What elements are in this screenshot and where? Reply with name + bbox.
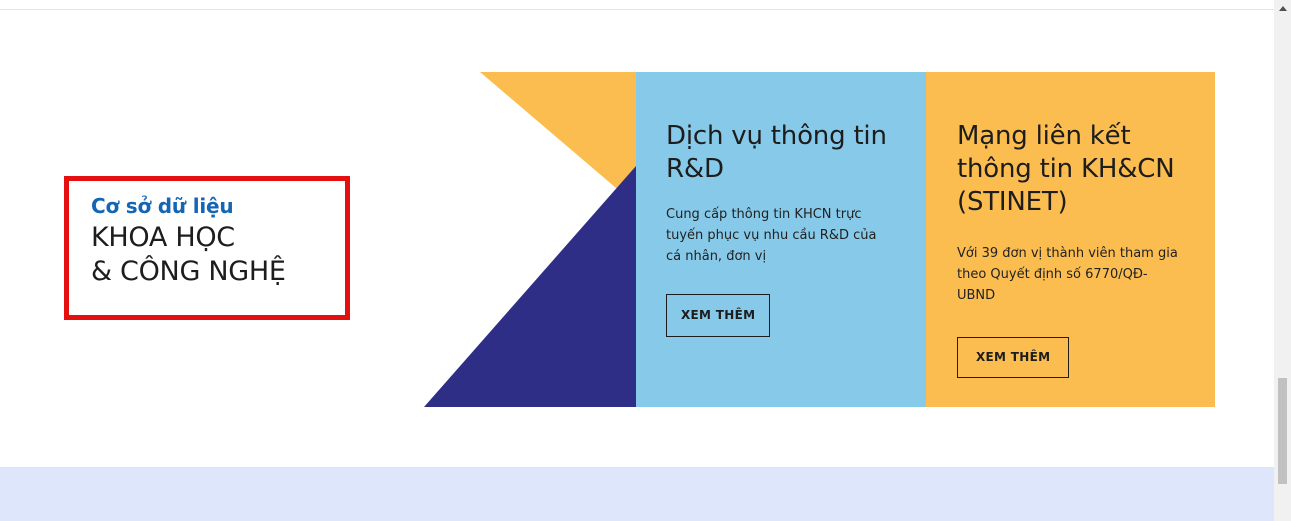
card-description: Cung cấp thông tin KHCN trực tuyến phục … (666, 204, 902, 267)
navy-triangle (424, 166, 636, 407)
stinet-network-card: Mạng liên kết thông tin KH&CN (STINET) V… (926, 72, 1215, 407)
vertical-scrollbar[interactable] (1274, 0, 1291, 521)
card-title-line: (STINET) (957, 187, 1068, 217)
scroll-thumb[interactable] (1278, 378, 1287, 484)
database-title-box: Cơ sở dữ liệu KHOA HỌC & CÔNG NGHỆ (64, 176, 350, 320)
scroll-up-button[interactable] (1274, 0, 1291, 17)
card-description-line: theo Quyết định số 6770/QĐ- (957, 267, 1148, 282)
database-title-line2: & CÔNG NGHỆ (91, 256, 286, 287)
card-description-line: Cung cấp thông tin KHCN trực (666, 207, 862, 222)
decorative-triangles (424, 72, 636, 407)
triangle-up-icon (1278, 6, 1287, 11)
card-description-line: tuyến phục vụ nhu cầu R&D của (666, 228, 877, 243)
see-more-button[interactable]: XEM THÊM (957, 337, 1070, 378)
yellow-triangle (480, 72, 636, 205)
card-title: Dịch vụ thông tin R&D (666, 120, 902, 186)
card-description: Với 39 đơn vị thành viên tham gia theo Q… (957, 243, 1195, 306)
card-title-line: Dịch vụ thông tin (666, 121, 887, 151)
top-divider (0, 0, 1274, 10)
database-title-line1: KHOA HỌC (91, 222, 235, 253)
card-title-line: Mạng liên kết (957, 121, 1131, 151)
card-description-line: Với 39 đơn vị thành viên tham gia (957, 246, 1178, 261)
card-title-line: thông tin KH&CN (957, 154, 1175, 184)
card-description-line: UBND (957, 288, 996, 303)
next-section-band (0, 467, 1274, 521)
card-title: Mạng liên kết thông tin KH&CN (STINET) (957, 120, 1195, 219)
see-more-button[interactable]: XEM THÊM (666, 294, 771, 337)
rd-info-service-card: Dịch vụ thông tin R&D Cung cấp thông tin… (636, 72, 926, 407)
database-subtitle: Cơ sở dữ liệu (91, 194, 234, 218)
card-description-line: cá nhân, đơn vị (666, 249, 767, 264)
card-title-line: R&D (666, 154, 724, 184)
